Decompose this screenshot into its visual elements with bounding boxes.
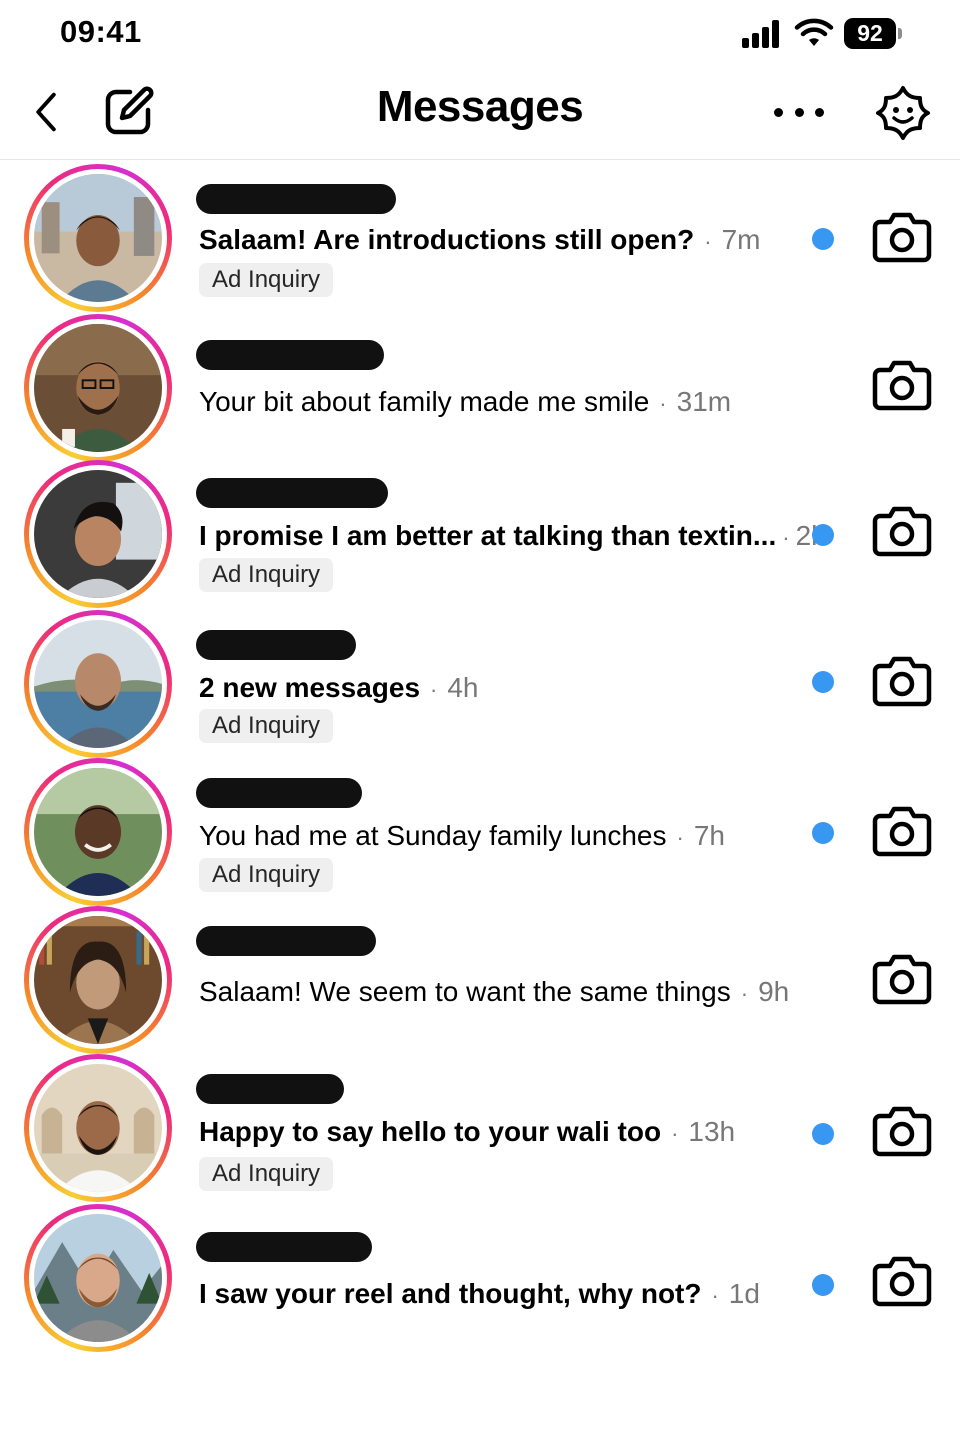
- avatar: [34, 174, 162, 302]
- redacted-name: [196, 340, 384, 370]
- redacted-name: [196, 184, 396, 214]
- avatar: [34, 1064, 162, 1192]
- camera-button[interactable]: [872, 1254, 932, 1308]
- thread-row[interactable]: Salaam! Are introductions still open? · …: [0, 162, 960, 312]
- camera-icon: [872, 1106, 932, 1157]
- message-text: 2 new messages: [199, 672, 421, 703]
- thread-row[interactable]: I promise I am better at talking than te…: [0, 460, 960, 608]
- header: Messages: [0, 68, 960, 160]
- thread-row[interactable]: You had me at Sunday family lunches · 7h…: [0, 758, 960, 906]
- thread-row[interactable]: Your bit about family made me smile · 31…: [0, 314, 960, 462]
- unread-indicator: [812, 524, 834, 546]
- battery-icon: 92: [844, 18, 902, 49]
- message-preview: Happy to say hello to your wali too · 13…: [199, 1116, 736, 1147]
- camera-button[interactable]: [872, 952, 932, 1006]
- unread-indicator: [812, 1274, 834, 1296]
- message-time: 31m: [676, 386, 732, 417]
- status-bar: 09:41 92: [0, 0, 960, 68]
- message-time: 4h: [447, 672, 479, 703]
- story-ring[interactable]: [24, 460, 172, 608]
- camera-icon: [872, 212, 932, 263]
- ad-inquiry-tag: Ad Inquiry: [199, 558, 334, 592]
- battery-level: 92: [844, 18, 896, 49]
- story-ring[interactable]: [24, 758, 172, 906]
- avatar: [34, 324, 162, 452]
- message-text: Your bit about family made me smile: [199, 386, 650, 417]
- signal-icon: [742, 20, 782, 48]
- thread-row[interactable]: Salaam! We seem to want the same things …: [0, 906, 960, 1054]
- story-ring[interactable]: [24, 610, 172, 758]
- ad-inquiry-tag: Ad Inquiry: [199, 263, 334, 297]
- more-icon-dot: [815, 107, 824, 117]
- message-time: 9h: [758, 976, 790, 1007]
- status-time: 09:41: [60, 14, 142, 49]
- message-text: I promise I am better at talking than te…: [199, 520, 777, 551]
- camera-button[interactable]: [872, 654, 932, 708]
- camera-icon: [872, 1256, 932, 1307]
- unread-indicator: [812, 1123, 834, 1145]
- unread-indicator: [812, 671, 834, 693]
- camera-button[interactable]: [872, 210, 932, 264]
- message-time: 13h: [688, 1116, 736, 1147]
- camera-button[interactable]: [872, 804, 932, 858]
- story-ring[interactable]: [24, 164, 172, 312]
- thread-row[interactable]: 2 new messages · 4h Ad Inquiry: [0, 610, 960, 758]
- thread-row[interactable]: Happy to say hello to your wali too · 13…: [0, 1054, 960, 1202]
- message-preview: I saw your reel and thought, why not? · …: [199, 1278, 760, 1309]
- camera-icon: [872, 954, 932, 1005]
- message-text: You had me at Sunday family lunches: [199, 820, 667, 851]
- ai-assistant-icon: [876, 86, 930, 140]
- story-ring[interactable]: [24, 1054, 172, 1202]
- message-preview: I promise I am better at talking than te…: [199, 520, 827, 552]
- unread-indicator: [812, 822, 834, 844]
- message-preview: You had me at Sunday family lunches · 7h: [199, 820, 725, 851]
- message-text: I saw your reel and thought, why not?: [199, 1278, 702, 1309]
- message-time: 7h: [693, 820, 725, 851]
- camera-icon: [872, 806, 932, 857]
- ad-inquiry-tag: Ad Inquiry: [199, 858, 334, 892]
- camera-button[interactable]: [872, 504, 932, 558]
- thread-row[interactable]: I saw your reel and thought, why not? · …: [0, 1202, 960, 1352]
- more-options-button[interactable]: [774, 94, 824, 130]
- ad-inquiry-tag: Ad Inquiry: [199, 709, 334, 743]
- more-icon-dot: [794, 107, 804, 117]
- ad-inquiry-tag: Ad Inquiry: [199, 1157, 334, 1191]
- story-ring[interactable]: [24, 906, 172, 1054]
- redacted-name: [196, 1232, 372, 1262]
- avatar: [34, 916, 162, 1044]
- message-time: 1d: [728, 1278, 760, 1309]
- avatar: [34, 470, 162, 598]
- camera-icon: [872, 360, 932, 411]
- message-text: Happy to say hello to your wali too: [199, 1116, 662, 1147]
- message-text: Salaam! Are introductions still open?: [199, 224, 695, 255]
- camera-button[interactable]: [872, 1104, 932, 1158]
- redacted-name: [196, 778, 362, 808]
- story-ring[interactable]: [24, 1204, 172, 1352]
- unread-indicator: [812, 228, 834, 250]
- wifi-icon: [794, 18, 834, 48]
- redacted-name: [196, 478, 388, 508]
- redacted-name: [196, 1074, 344, 1104]
- story-ring[interactable]: [24, 314, 172, 462]
- redacted-name: [196, 926, 376, 956]
- message-time: 7m: [721, 224, 761, 255]
- camera-icon: [872, 506, 932, 557]
- message-preview: Your bit about family made me smile · 31…: [199, 386, 732, 417]
- message-preview: Salaam! We seem to want the same things …: [199, 976, 790, 1007]
- ai-assistant-button[interactable]: [874, 84, 932, 142]
- avatar: [34, 620, 162, 748]
- avatar: [34, 1214, 162, 1342]
- redacted-name: [196, 630, 356, 660]
- message-preview: 2 new messages · 4h: [199, 672, 479, 703]
- camera-button[interactable]: [872, 358, 932, 412]
- message-text: Salaam! We seem to want the same things: [199, 976, 731, 1007]
- avatar: [34, 768, 162, 896]
- message-preview: Salaam! Are introductions still open? · …: [199, 224, 761, 255]
- more-icon-dot: [774, 107, 783, 117]
- camera-icon: [872, 656, 932, 707]
